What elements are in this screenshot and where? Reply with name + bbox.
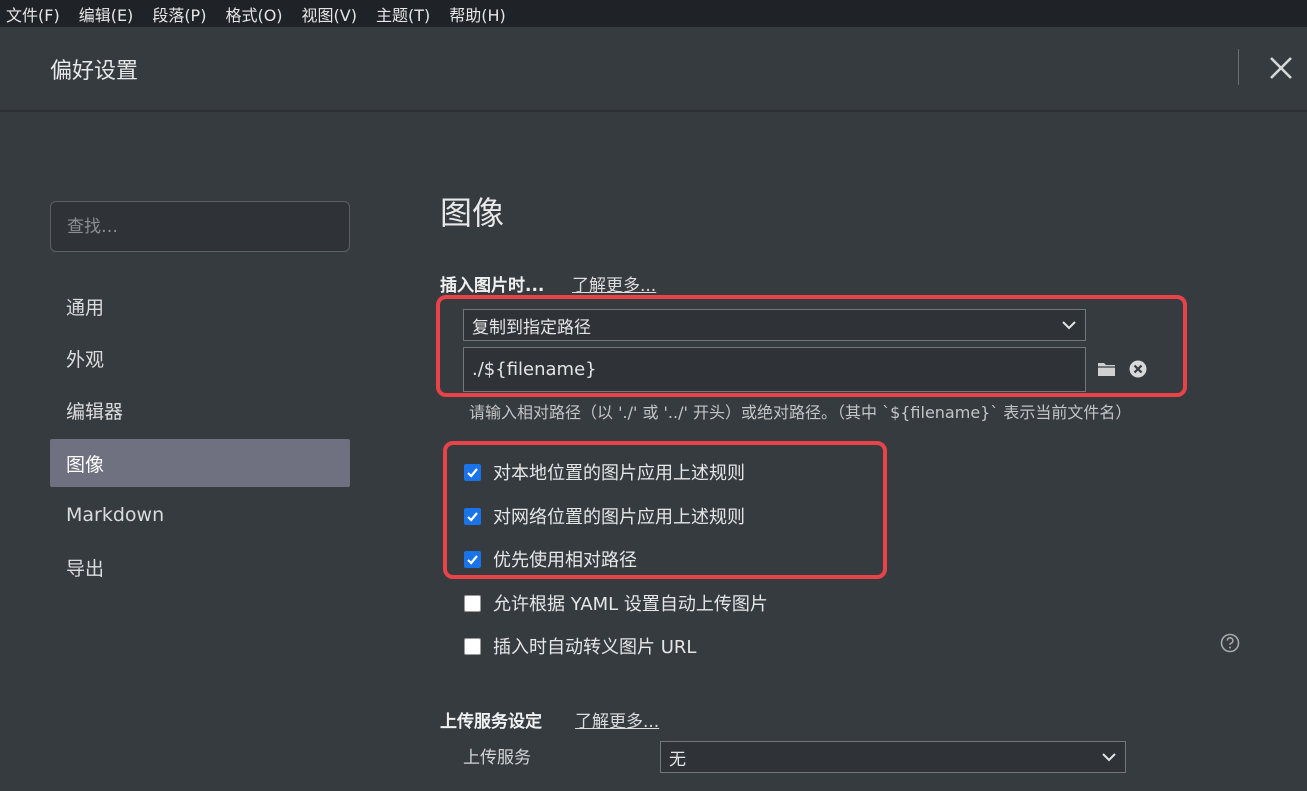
insert-action-value: 复制到指定路径	[472, 317, 591, 338]
option-label: 允许根据 YAML 设置自动上传图片	[493, 594, 768, 615]
sidebar-item-export[interactable]: 导出	[50, 543, 350, 591]
option-yaml-upload[interactable]: 允许根据 YAML 设置自动上传图片	[464, 590, 768, 616]
insert-action-select[interactable]: 复制到指定路径	[463, 309, 1086, 341]
upload-service-select[interactable]: 无	[660, 741, 1126, 773]
checkbox-unchecked[interactable]	[464, 637, 481, 655]
check-icon	[467, 554, 478, 565]
sidebar-item-label: Markdown	[66, 504, 165, 526]
menu-paragraph[interactable]: 段落(P)	[152, 2, 206, 26]
path-hint: 请输入相对路径（以 './' 或 '../' 开头）或绝对路径。（其中 `${f…	[469, 403, 1132, 422]
folder-button[interactable]	[1096, 358, 1118, 380]
menu-theme[interactable]: 主题(T)	[376, 2, 430, 26]
image-path-input[interactable]: ./${filename}	[463, 347, 1086, 392]
sidebar-item-label: 通用	[66, 296, 105, 319]
image-path-value: ./${filename}	[472, 359, 597, 380]
clear-path-button[interactable]	[1127, 358, 1149, 380]
option-label: 对本地位置的图片应用上述规则	[493, 463, 745, 484]
sidebar-item-image[interactable]: 图像	[50, 439, 350, 487]
clear-icon	[1129, 360, 1147, 378]
upload-settings-label: 上传服务设定	[440, 712, 542, 732]
sidebar-item-markdown[interactable]: Markdown	[50, 491, 350, 539]
close-button[interactable]	[1266, 53, 1296, 83]
insert-learn-more-link[interactable]: 了解更多...	[572, 271, 656, 296]
checkbox-unchecked[interactable]	[464, 594, 481, 612]
section-title: 图像	[440, 194, 505, 232]
folder-icon	[1098, 363, 1115, 376]
check-icon	[467, 467, 478, 478]
menu-edit[interactable]: 编辑(E)	[79, 2, 134, 26]
sidebar-item-label: 编辑器	[66, 400, 124, 423]
upload-service-value: 无	[669, 749, 686, 770]
menu-help[interactable]: 帮助(H)	[449, 2, 506, 26]
chevron-down-icon	[1062, 321, 1076, 330]
option-relative-path[interactable]: 优先使用相对路径	[464, 546, 637, 572]
sidebar-item-label: 外观	[66, 348, 105, 371]
menu-view[interactable]: 视图(V)	[302, 2, 357, 26]
sidebar-item-label: 导出	[66, 557, 105, 580]
option-escape-url[interactable]: 插入时自动转义图片 URL	[464, 633, 696, 659]
checkbox-checked[interactable]	[464, 507, 481, 525]
sidebar-item-general[interactable]: 通用	[50, 282, 350, 330]
option-apply-network[interactable]: 对网络位置的图片应用上述规则	[464, 503, 745, 529]
menu-format[interactable]: 格式(O)	[225, 2, 282, 26]
sidebar-item-editor[interactable]: 编辑器	[50, 386, 350, 434]
menu-bar: 文件(F) 编辑(E) 段落(P) 格式(O) 视图(V) 主题(T) 帮助(H…	[0, 0, 1307, 27]
checkbox-checked[interactable]	[464, 550, 481, 568]
option-label: 对网络位置的图片应用上述规则	[493, 507, 745, 528]
menu-file[interactable]: 文件(F)	[6, 2, 60, 26]
sidebar-item-label: 图像	[66, 453, 105, 476]
help-icon	[1220, 633, 1240, 653]
option-label: 优先使用相对路径	[493, 550, 637, 571]
upload-service-label: 上传服务	[463, 748, 531, 768]
close-icon	[1270, 57, 1292, 79]
search-input[interactable]	[51, 202, 349, 251]
search-box	[50, 201, 350, 252]
checkbox-checked[interactable]	[464, 463, 481, 481]
insert-image-label: 插入图片时...	[440, 276, 545, 296]
preferences-header: 偏好设置	[0, 27, 1307, 112]
option-label: 插入时自动转义图片 URL	[493, 637, 697, 658]
help-button[interactable]	[1219, 632, 1241, 654]
page-title: 偏好设置	[50, 59, 139, 84]
check-icon	[467, 511, 478, 522]
chevron-down-icon	[1102, 753, 1116, 762]
header-divider	[1238, 49, 1239, 85]
upload-learn-more-link[interactable]: 了解更多...	[575, 707, 659, 732]
sidebar-item-appearance[interactable]: 外观	[50, 334, 350, 382]
option-apply-local[interactable]: 对本地位置的图片应用上述规则	[464, 459, 745, 485]
